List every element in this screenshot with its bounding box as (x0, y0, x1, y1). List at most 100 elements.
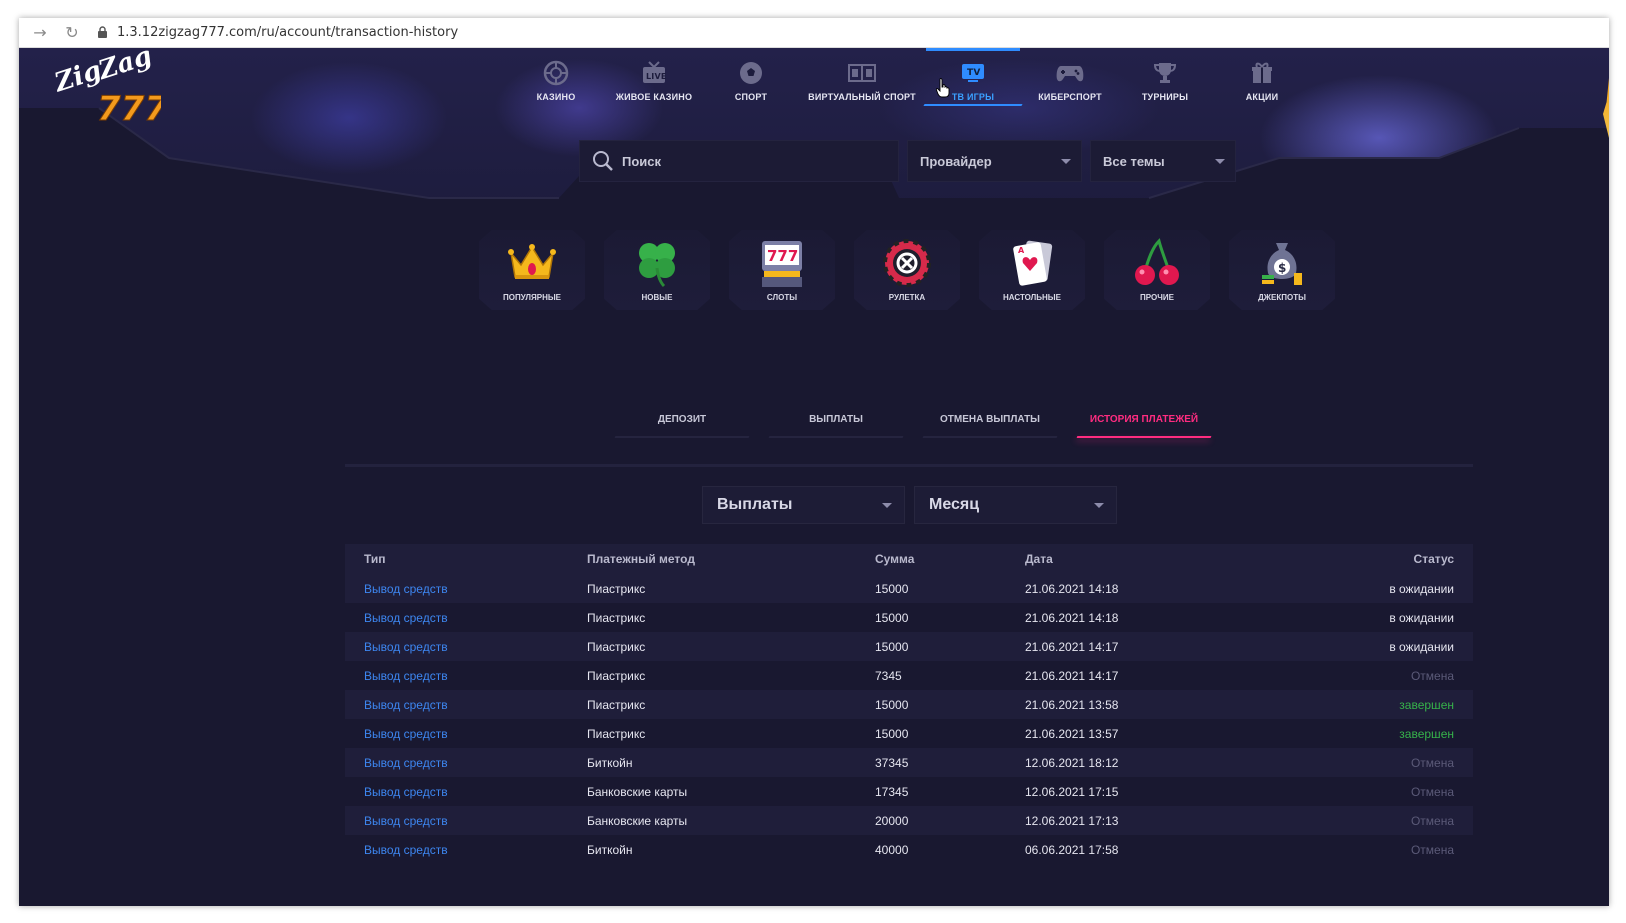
transaction-type-select[interactable]: Выплаты (702, 486, 905, 524)
table-row: Вывод средств Биткойн 37345 12.06.2021 18:1… (345, 748, 1473, 777)
header-date: Дата (1025, 552, 1053, 566)
row-type-link[interactable]: Вывод средств (345, 756, 587, 770)
browser-window: → ↻ 1.3.12zigzag777.com/ru/account/trans… (19, 18, 1609, 906)
category-new[interactable]: НОВЫЕ (604, 230, 710, 310)
url-text[interactable]: 1.3.12zigzag777.com/ru/account/transacti… (117, 25, 458, 40)
nav-label: КИБЕРСПОРТ (1038, 92, 1102, 102)
lock-icon (95, 26, 109, 40)
category-label: ПРОЧИЕ (1140, 293, 1174, 302)
category-jackpots[interactable]: $ ДЖЕКПОТЫ (1229, 230, 1335, 310)
nav-live-casino[interactable]: LIVE ЖИВОЕ КАЗИНО (608, 48, 700, 106)
period-select[interactable]: Месяц (914, 486, 1117, 524)
game-search-bar: Поиск Провайдер Все темы (579, 140, 1236, 182)
nav-label: КАЗИНО (536, 92, 576, 102)
svg-text:Zag: Zag (94, 48, 156, 86)
money-bag-icon: $ (1256, 237, 1308, 289)
category-label: ДЖЕКПОТЫ (1258, 293, 1306, 302)
category-label: РУЛЕТКА (888, 293, 926, 302)
table-row: Вывод средств Банковские карты 17345 12.06.… (345, 777, 1473, 806)
trophy-icon (1150, 59, 1180, 87)
nav-tournaments[interactable]: ТУРНИРЫ (1116, 48, 1214, 106)
row-amount: 15000 (875, 697, 909, 712)
row-method: Пиастрикс (587, 610, 646, 625)
row-amount: 15000 (875, 610, 909, 625)
row-type-link[interactable]: Вывод средств (345, 698, 587, 712)
game-categories: ПОПУЛЯРНЫЕ НОВЫЕ 777 СЛОТЫ РУЛЕТКА A НАС… (479, 230, 1335, 310)
header-type: Тип (364, 552, 386, 566)
row-status: в ожидании (1389, 610, 1454, 625)
row-date: 12.06.2021 17:15 (1025, 784, 1119, 799)
tab-payment-history[interactable]: ИСТОРИЯ ПЛАТЕЖЕЙ (1071, 400, 1217, 438)
svg-text:777: 777 (97, 89, 161, 128)
category-label: ПОПУЛЯРНЫЕ (502, 293, 562, 302)
table-row: Вывод средств Биткойн 40000 06.06.2021 17:5… (345, 835, 1473, 864)
row-date: 21.06.2021 14:18 (1025, 581, 1119, 596)
category-label: НАСТОЛЬНЫЕ (1003, 293, 1061, 302)
nav-esports[interactable]: КИБЕРСПОРТ (1024, 48, 1116, 106)
tv-icon: TV (958, 59, 988, 87)
nav-promotions[interactable]: АКЦИИ (1214, 48, 1310, 106)
tab-cancel-withdrawal[interactable]: ОТМЕНА ВЫПЛАТЫ (917, 400, 1063, 438)
roulette-icon (881, 237, 933, 289)
table-row: Вывод средств Банковские карты 20000 12.06.… (345, 806, 1473, 835)
category-label: НОВЫЕ (641, 293, 673, 302)
row-type-link[interactable]: Вывод средств (345, 582, 587, 596)
chevron-down-icon (882, 502, 892, 508)
category-popular[interactable]: ПОПУЛЯРНЫЕ (479, 230, 585, 310)
nav-virtual-sport[interactable]: ВИРТУАЛЬНЫЙ СПОРТ (802, 48, 922, 106)
row-status: в ожидании (1389, 581, 1454, 596)
row-type-link[interactable]: Вывод средств (345, 814, 587, 828)
row-status: Отмена (1410, 755, 1454, 770)
row-method: Пиастрикс (587, 668, 646, 683)
table-header: Тип Платежный метод Сумма Дата Статус (345, 544, 1473, 574)
svg-text:777: 777 (767, 247, 798, 265)
row-date: 21.06.2021 13:58 (1025, 697, 1119, 712)
row-type-link[interactable]: Вывод средств (345, 611, 587, 625)
nav-label: АКЦИИ (1245, 92, 1279, 102)
playing-card-icon: A (1006, 237, 1058, 289)
nav-sport[interactable]: СПОРТ (700, 48, 802, 106)
category-table-games[interactable]: A НАСТОЛЬНЫЕ (979, 230, 1085, 310)
zigzag777-logo[interactable]: Zig Zag 777 (50, 48, 169, 130)
gift-icon (1247, 59, 1277, 87)
gamepad-icon (1055, 59, 1085, 87)
address-bar: → ↻ 1.3.12zigzag777.com/ru/account/trans… (19, 18, 1609, 48)
chevron-down-icon (1215, 158, 1225, 164)
row-method: Пиастрикс (587, 726, 646, 741)
reload-icon[interactable]: ↻ (61, 22, 83, 44)
row-type-link[interactable]: Вывод средств (345, 843, 587, 857)
provider-select[interactable]: Провайдер (907, 140, 1082, 182)
nav-casino[interactable]: КАЗИНО (504, 48, 608, 106)
category-slots[interactable]: 777 СЛОТЫ (729, 230, 835, 310)
themes-select[interactable]: Все темы (1090, 140, 1236, 182)
row-amount: 20000 (875, 813, 909, 828)
row-type-link[interactable]: Вывод средств (345, 669, 587, 683)
row-date: 21.06.2021 14:17 (1025, 639, 1119, 654)
row-type-link[interactable]: Вывод средств (345, 640, 587, 654)
history-filters: Выплаты Месяц (702, 486, 1117, 524)
account-tabs: ДЕПОЗИТ ВЫПЛАТЫ ОТМЕНА ВЫПЛАТЫ ИСТОРИЯ П… (609, 400, 1217, 438)
nav-label: СПОРТ (734, 92, 768, 102)
top-navigation: КАЗИНО LIVE ЖИВОЕ КАЗИНО СПОРТ ВИРТУАЛЬН… (504, 48, 1310, 106)
crown-icon (506, 237, 558, 289)
category-roulette[interactable]: РУЛЕТКА (854, 230, 960, 310)
row-amount: 17345 (875, 784, 909, 799)
row-method: Биткойн (587, 842, 633, 857)
category-other[interactable]: ПРОЧИЕ (1104, 230, 1210, 310)
section-divider (345, 464, 1473, 467)
clover-icon (631, 237, 683, 289)
table-row: Вывод средств Пиастрикс 15000 21.06.2021 13… (345, 690, 1473, 719)
tab-withdrawals[interactable]: ВЫПЛАТЫ (763, 400, 909, 438)
tab-deposit[interactable]: ДЕПОЗИТ (609, 400, 755, 438)
row-type-link[interactable]: Вывод средств (345, 727, 587, 741)
forward-icon[interactable]: → (29, 22, 51, 44)
nav-label: ТУРНИРЫ (1141, 92, 1189, 102)
search-input[interactable]: Поиск (579, 140, 899, 182)
row-type-link[interactable]: Вывод средств (345, 785, 587, 799)
row-amount: 7345 (875, 668, 902, 683)
themes-label: Все темы (1103, 153, 1165, 169)
row-method: Банковские карты (587, 813, 688, 828)
row-method: Пиастрикс (587, 639, 646, 654)
search-icon (592, 150, 614, 172)
row-amount: 37345 (875, 755, 909, 770)
